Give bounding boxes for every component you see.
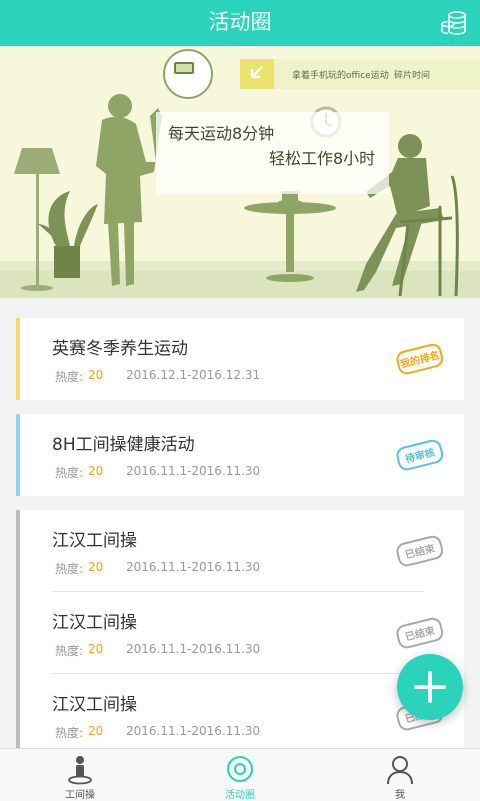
activity-name: 江汉工间操 [52, 695, 137, 715]
activity-date: 2016.11.1-2016.11.30 [126, 464, 261, 478]
activity-item[interactable]: 8H工间操健康活动 热度: 20 2016.11.1-2016.11.30 待审… [20, 414, 464, 496]
page-title: 活动圈 [208, 10, 272, 34]
tab-label: 工间操 [65, 790, 95, 801]
heat-label: 热度: [55, 562, 84, 576]
plus-icon [414, 671, 446, 703]
user-profile-icon [387, 756, 413, 785]
heat-label: 热度: [55, 370, 84, 384]
ticker-text-2: 碎片时间 [394, 71, 431, 81]
activity-date: 2016.11.1-2016.11.30 [126, 560, 261, 574]
app-header: 活动圈 [0, 0, 480, 46]
activity-card: 8H工间操健康活动 热度: 20 2016.11.1-2016.11.30 待审… [16, 414, 464, 496]
status-stamp-my-rank: 我的排名 [396, 343, 444, 375]
tab-exercise[interactable]: 工间操 [20, 749, 140, 801]
activity-card: 英赛冬季养生运动 热度: 20 2016.12.1-2016.12.31 我的排… [16, 318, 464, 400]
heat-label: 热度: [55, 726, 84, 740]
heat-value: 20 [88, 642, 104, 656]
slogan-line-2: 轻松工作8小时 [269, 149, 376, 168]
activity-name: 8H工间操健康活动 [52, 435, 195, 455]
promo-banner[interactable]: 拿着手机玩的office运动 碎片时间 每天运动8分钟 轻松工作8小时 [0, 46, 480, 298]
activity-date: 2016.12.1-2016.12.31 [126, 368, 261, 382]
activity-circle-icon [227, 756, 253, 782]
exercise-person-icon [68, 756, 92, 785]
activity-date: 2016.11.1-2016.11.30 [126, 724, 261, 738]
banner-slogan: 每天运动8分钟 轻松工作8小时 [156, 112, 389, 194]
coins-icon[interactable] [440, 9, 468, 37]
heat-label: 热度: [55, 644, 84, 658]
banner-ticker: 拿着手机玩的office运动 碎片时间 [240, 59, 480, 89]
tab-activity-circle[interactable]: 活动圈 [180, 749, 300, 801]
ticker-text-1: 拿着手机玩的office运动 [292, 71, 389, 81]
status-stamp-ended: 已结束 [396, 535, 444, 567]
heat-label: 热度: [55, 466, 84, 480]
slogan-line-1: 每天运动8分钟 [168, 124, 275, 143]
tab-label: 我 [395, 790, 405, 801]
heat-value: 20 [88, 724, 104, 738]
heat-value: 20 [88, 560, 104, 574]
activity-item[interactable]: 江汉工间操 热度: 20 2016.11.1-2016.11.30 已结束 [20, 510, 464, 592]
activity-item[interactable]: 英赛冬季养生运动 热度: 20 2016.12.1-2016.12.31 我的排… [20, 318, 464, 400]
heat-value: 20 [88, 368, 104, 382]
tab-me[interactable]: 我 [340, 749, 460, 801]
activity-name: 英赛冬季养生运动 [52, 339, 188, 359]
arrow-down-left-icon [240, 59, 274, 89]
activity-name: 江汉工间操 [52, 531, 137, 551]
activity-date: 2016.11.1-2016.11.30 [126, 642, 261, 656]
activity-name: 江汉工间操 [52, 613, 137, 633]
heat-value: 20 [88, 464, 104, 478]
status-stamp-pending: 待审核 [396, 439, 444, 471]
status-stamp-ended: 已结束 [396, 617, 444, 649]
add-activity-button[interactable] [397, 654, 463, 720]
bottom-nav: 工间操 活动圈 我 [0, 748, 480, 801]
tab-label: 活动圈 [225, 790, 255, 801]
